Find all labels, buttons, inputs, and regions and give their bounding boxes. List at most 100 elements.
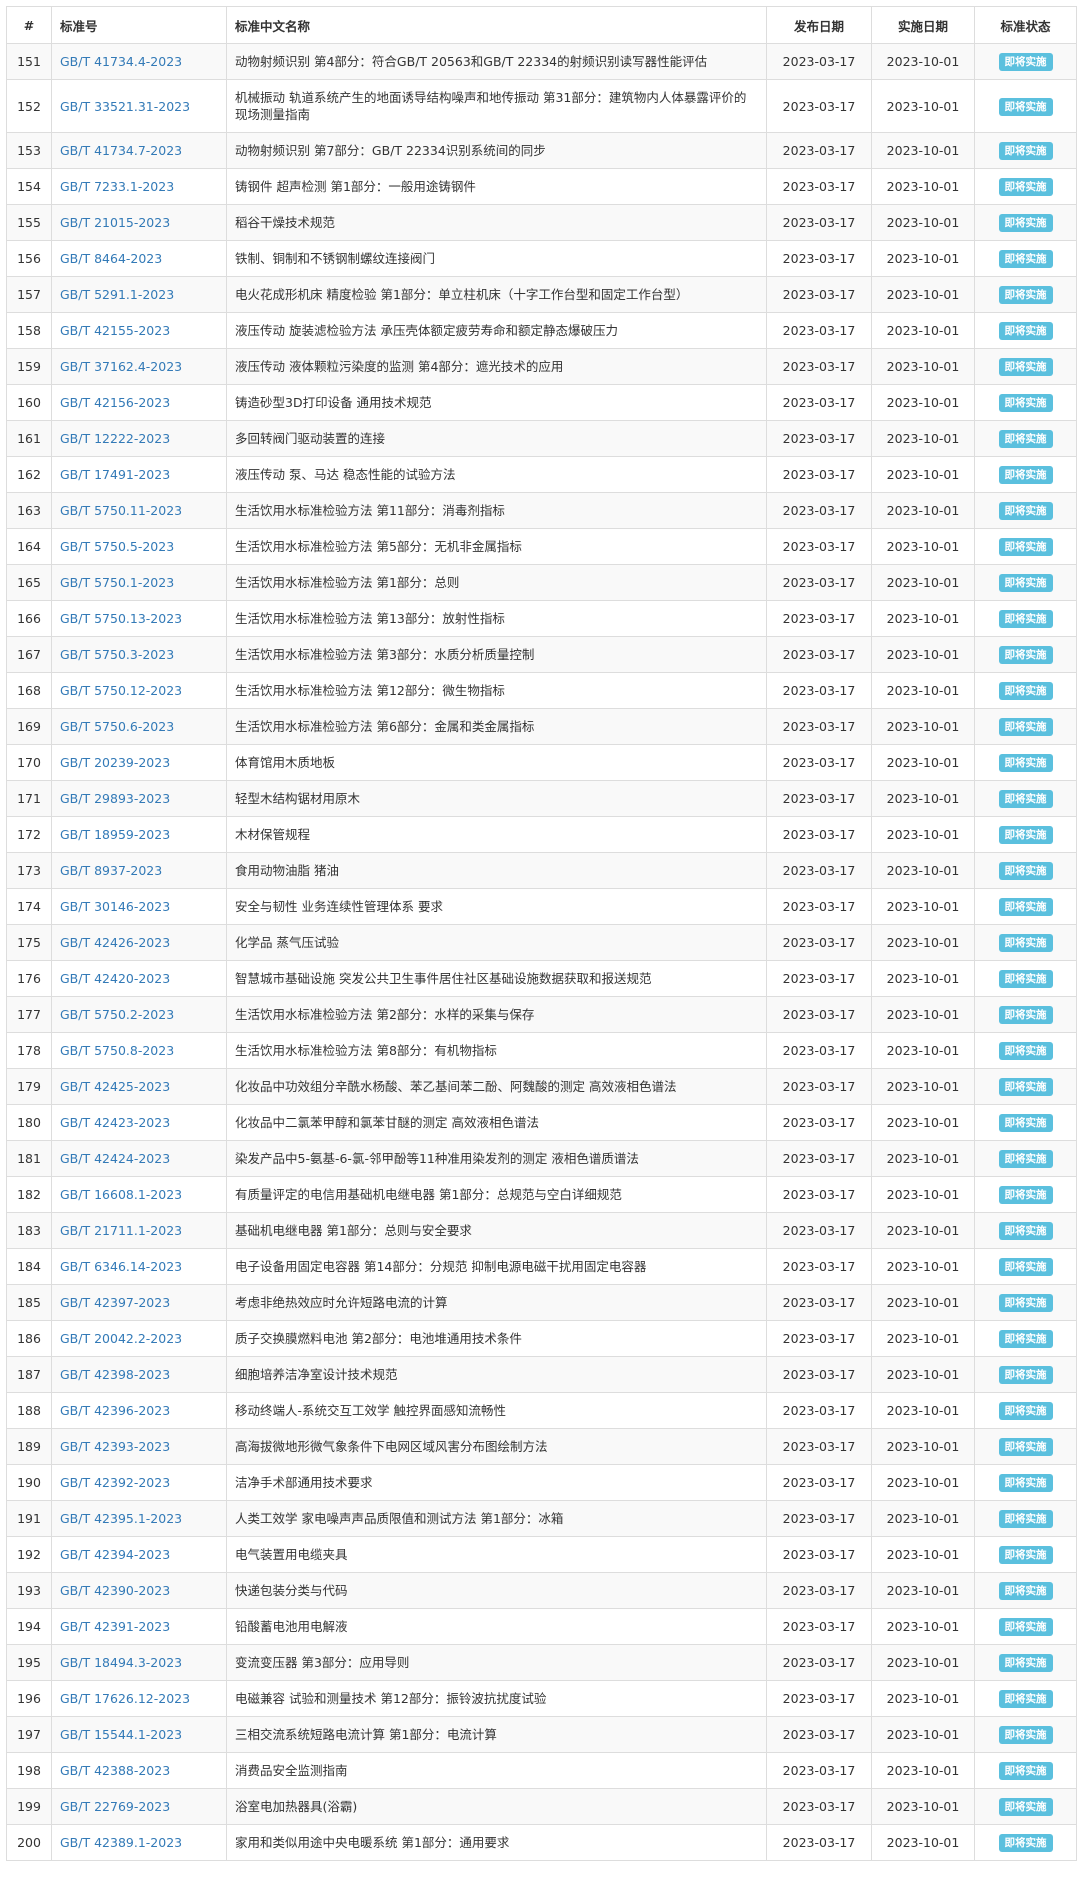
status-badge: 即将实施 <box>998 1366 1053 1384</box>
standard-code-link[interactable]: GB/T 5750.5-2023 <box>60 539 174 554</box>
standard-code-link[interactable]: GB/T 20239-2023 <box>60 755 170 770</box>
status-cell: 即将实施 <box>974 1392 1077 1429</box>
status-badge: 即将实施 <box>998 1402 1053 1420</box>
standard-code-link[interactable]: GB/T 16608.1-2023 <box>60 1187 182 1202</box>
status-cell: 即将实施 <box>974 1752 1077 1789</box>
status-badge: 即将实施 <box>998 718 1053 736</box>
standard-code-link[interactable]: GB/T 12222-2023 <box>60 431 170 446</box>
row-number: 175 <box>6 924 52 961</box>
standard-code-link[interactable]: GB/T 42390-2023 <box>60 1583 170 1598</box>
standard-code-link[interactable]: GB/T 21711.1-2023 <box>60 1223 182 1238</box>
status-badge: 即将实施 <box>998 970 1053 988</box>
standard-name: 生活饮用水标准检验方法 第11部分：消毒剂指标 <box>226 492 767 529</box>
standard-code-link[interactable]: GB/T 8464-2023 <box>60 251 162 266</box>
implement-date: 2023-10-01 <box>871 1752 975 1789</box>
standard-code-link[interactable]: GB/T 5750.3-2023 <box>60 647 174 662</box>
standard-code-link[interactable]: GB/T 37162.4-2023 <box>60 359 182 374</box>
standard-code-link[interactable]: GB/T 42425-2023 <box>60 1079 170 1094</box>
standard-code-link[interactable]: GB/T 5750.6-2023 <box>60 719 174 734</box>
row-number: 174 <box>6 888 52 925</box>
standard-code-link[interactable]: GB/T 5750.2-2023 <box>60 1007 174 1022</box>
status-badge: 即将实施 <box>998 790 1053 808</box>
row-number: 176 <box>6 960 52 997</box>
standard-code-link[interactable]: GB/T 42426-2023 <box>60 935 170 950</box>
standard-code-cell: GB/T 5750.3-2023 <box>51 636 227 673</box>
standard-code-link[interactable]: GB/T 33521.31-2023 <box>60 99 190 114</box>
standard-code-link[interactable]: GB/T 18959-2023 <box>60 827 170 842</box>
status-badge: 即将实施 <box>998 754 1053 772</box>
standard-code-link[interactable]: GB/T 42392-2023 <box>60 1475 170 1490</box>
standard-name: 生活饮用水标准检验方法 第8部分：有机物指标 <box>226 1032 767 1069</box>
standard-code-link[interactable]: GB/T 42393-2023 <box>60 1439 170 1454</box>
table-row: 172 GB/T 18959-2023 木材保管规程 2023-03-17 2023-1… <box>6 816 1077 853</box>
table-row: 175 GB/T 42426-2023 化学品 蒸气压试验 2023-03-17 202… <box>6 924 1077 961</box>
publish-date: 2023-03-17 <box>766 744 872 781</box>
standard-code-link[interactable]: GB/T 42398-2023 <box>60 1367 170 1382</box>
row-number: 187 <box>6 1356 52 1393</box>
standard-code-link[interactable]: GB/T 42388-2023 <box>60 1763 170 1778</box>
standard-code-link[interactable]: GB/T 21015-2023 <box>60 215 170 230</box>
standard-code-link[interactable]: GB/T 42397-2023 <box>60 1295 170 1310</box>
status-cell: 即将实施 <box>974 1356 1077 1393</box>
status-cell: 即将实施 <box>974 456 1077 493</box>
standard-code-link[interactable]: GB/T 17626.12-2023 <box>60 1691 190 1706</box>
standard-code-link[interactable]: GB/T 15544.1-2023 <box>60 1727 182 1742</box>
standard-code-cell: GB/T 42396-2023 <box>51 1392 227 1429</box>
standard-code-cell: GB/T 42389.1-2023 <box>51 1824 227 1861</box>
standard-code-link[interactable]: GB/T 29893-2023 <box>60 791 170 806</box>
standard-code-link[interactable]: GB/T 42394-2023 <box>60 1547 170 1562</box>
status-badge: 即将实施 <box>998 322 1053 340</box>
publish-date: 2023-03-17 <box>766 132 872 169</box>
table-row: 199 GB/T 22769-2023 浴室电加热器具(浴霸) 2023-03-17 2… <box>6 1788 1077 1825</box>
header-code: 标准号 <box>51 6 227 44</box>
standard-code-link[interactable]: GB/T 5750.1-2023 <box>60 575 174 590</box>
publish-date: 2023-03-17 <box>766 600 872 637</box>
standard-code-link[interactable]: GB/T 5291.1-2023 <box>60 287 174 302</box>
standard-code-link[interactable]: GB/T 30146-2023 <box>60 899 170 914</box>
status-cell: 即将实施 <box>974 1320 1077 1357</box>
standard-code-link[interactable]: GB/T 5750.13-2023 <box>60 611 182 626</box>
standard-code-link[interactable]: GB/T 41734.4-2023 <box>60 54 182 69</box>
standard-code-link[interactable]: GB/T 5750.12-2023 <box>60 683 182 698</box>
publish-date: 2023-03-17 <box>766 1320 872 1357</box>
standard-code-link[interactable]: GB/T 42155-2023 <box>60 323 170 338</box>
standard-code-cell: GB/T 37162.4-2023 <box>51 348 227 385</box>
standard-code-link[interactable]: GB/T 22769-2023 <box>60 1799 170 1814</box>
standard-code-link[interactable]: GB/T 42423-2023 <box>60 1115 170 1130</box>
standard-code-link[interactable]: GB/T 18494.3-2023 <box>60 1655 182 1670</box>
standard-code-link[interactable]: GB/T 42420-2023 <box>60 971 170 986</box>
standard-name: 变流变压器 第3部分：应用导则 <box>226 1644 767 1681</box>
standard-code-link[interactable]: GB/T 41734.7-2023 <box>60 143 182 158</box>
standard-code-link[interactable]: GB/T 5750.8-2023 <box>60 1043 174 1058</box>
standard-code-link[interactable]: GB/T 42391-2023 <box>60 1619 170 1634</box>
status-badge: 即将实施 <box>998 610 1053 628</box>
standard-name: 浴室电加热器具(浴霸) <box>226 1788 767 1825</box>
publish-date: 2023-03-17 <box>766 672 872 709</box>
status-cell: 即将实施 <box>974 1680 1077 1717</box>
standard-name: 质子交换膜燃料电池 第2部分：电池堆通用技术条件 <box>226 1320 767 1357</box>
standard-code-link[interactable]: GB/T 20042.2-2023 <box>60 1331 182 1346</box>
standard-code-link[interactable]: GB/T 42389.1-2023 <box>60 1835 182 1850</box>
standard-code-link[interactable]: GB/T 42396-2023 <box>60 1403 170 1418</box>
status-cell: 即将实施 <box>974 816 1077 853</box>
implement-date: 2023-10-01 <box>871 43 975 80</box>
standard-code-link[interactable]: GB/T 6346.14-2023 <box>60 1259 182 1274</box>
status-badge: 即将实施 <box>998 1546 1053 1564</box>
header-implement-date: 实施日期 <box>871 6 975 44</box>
row-number: 181 <box>6 1140 52 1177</box>
implement-date: 2023-10-01 <box>871 1644 975 1681</box>
publish-date: 2023-03-17 <box>766 1680 872 1717</box>
row-number: 155 <box>6 204 52 241</box>
implement-date: 2023-10-01 <box>871 1176 975 1213</box>
standard-name: 铸造砂型3D打印设备 通用技术规范 <box>226 384 767 421</box>
standard-code-link[interactable]: GB/T 8937-2023 <box>60 863 162 878</box>
standard-code-link[interactable]: GB/T 7233.1-2023 <box>60 179 174 194</box>
implement-date: 2023-10-01 <box>871 1680 975 1717</box>
standard-code-link[interactable]: GB/T 17491-2023 <box>60 467 170 482</box>
status-cell: 即将实施 <box>974 204 1077 241</box>
standard-code-link[interactable]: GB/T 42156-2023 <box>60 395 170 410</box>
status-badge: 即将实施 <box>998 1222 1053 1240</box>
standard-code-link[interactable]: GB/T 42424-2023 <box>60 1151 170 1166</box>
standard-code-link[interactable]: GB/T 5750.11-2023 <box>60 503 182 518</box>
standard-code-link[interactable]: GB/T 42395.1-2023 <box>60 1511 182 1526</box>
